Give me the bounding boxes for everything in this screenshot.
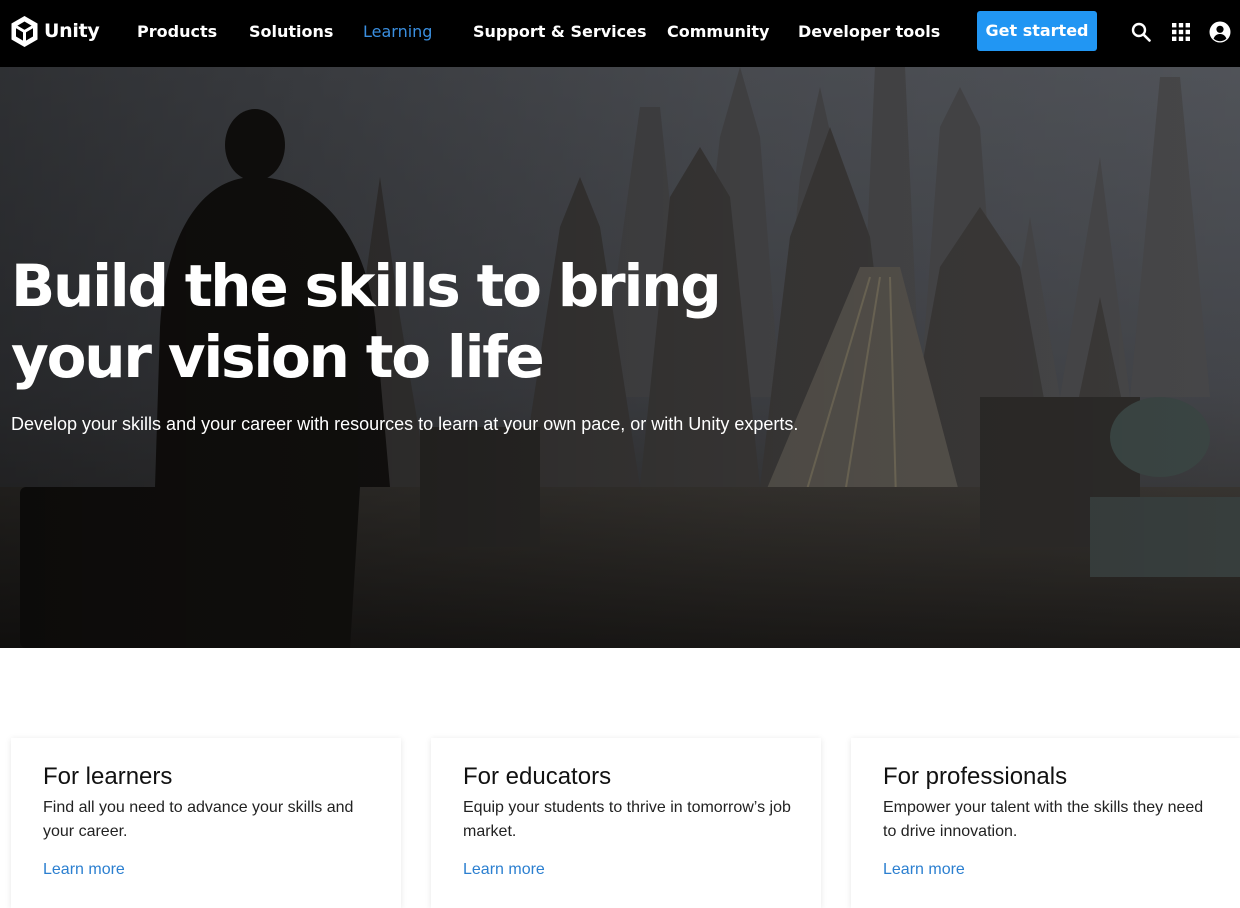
- nav-solutions[interactable]: Solutions: [249, 20, 333, 44]
- hero-title-line-1: Build the skills to bring: [11, 252, 722, 320]
- hero-banner: Build the skills to bring your vision to…: [0, 67, 1240, 648]
- card-educators: For educators Equip your students to thr…: [431, 738, 821, 908]
- nav-support-services[interactable]: Support & Services: [473, 20, 646, 44]
- search-icon[interactable]: [1129, 20, 1153, 44]
- card-description: Empower your talent with the skills they…: [883, 799, 1204, 840]
- apps-grid-icon[interactable]: [1169, 20, 1193, 44]
- card-description: Equip your students to thrive in tomorro…: [463, 799, 791, 840]
- top-navigation: Unity Products Solutions Learning Suppor…: [0, 0, 1240, 67]
- card-title: For educators: [463, 763, 612, 790]
- learn-more-link-educators[interactable]: Learn more: [463, 859, 545, 881]
- brand-name: Unity: [44, 20, 100, 42]
- nav-community[interactable]: Community: [667, 20, 769, 44]
- nav-developer-tools[interactable]: Developer tools: [798, 20, 940, 44]
- unity-cube-icon: [11, 15, 38, 47]
- hero-title-line-2: your vision to life: [11, 323, 545, 391]
- card-learners: For learners Find all you need to advanc…: [11, 738, 401, 908]
- nav-products[interactable]: Products: [137, 20, 217, 44]
- card-title: For professionals: [883, 763, 1068, 790]
- card-description: Find all you need to advance your skills…: [43, 799, 354, 840]
- hero-subtitle: Develop your skills and your career with…: [11, 414, 799, 434]
- unity-logo[interactable]: Unity: [10, 14, 100, 48]
- account-icon[interactable]: [1208, 20, 1232, 44]
- card-professionals: For professionals Empower your talent wi…: [851, 738, 1240, 908]
- hero-title: Build the skills to bring your vision to…: [11, 251, 811, 393]
- learn-more-link-learners[interactable]: Learn more: [43, 859, 125, 881]
- get-started-button[interactable]: Get started: [977, 11, 1097, 51]
- learn-more-link-professionals[interactable]: Learn more: [883, 859, 965, 881]
- nav-learning[interactable]: Learning: [363, 20, 432, 44]
- card-title: For learners: [43, 763, 173, 790]
